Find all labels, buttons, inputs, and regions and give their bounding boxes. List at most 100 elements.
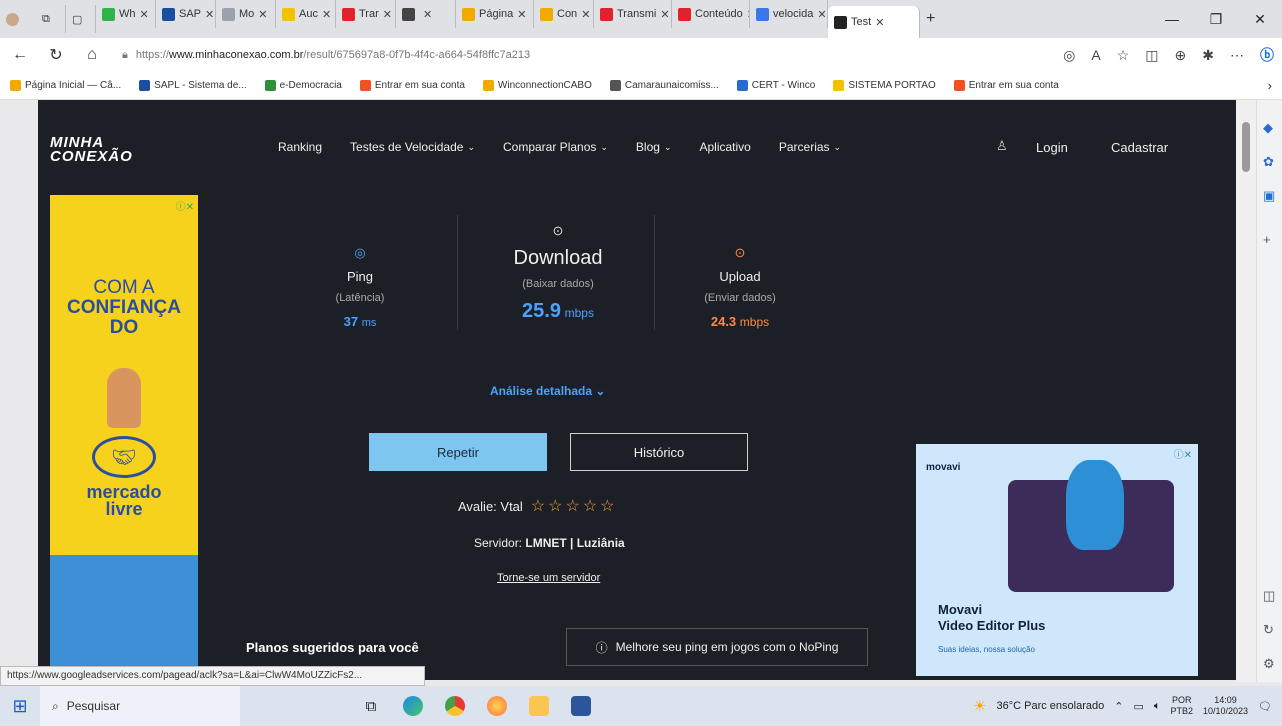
site-logo[interactable]: MINHA CONEXÃO	[50, 135, 200, 164]
reload-button[interactable]: ↻	[44, 45, 68, 65]
discover-icon[interactable]: ✿	[1263, 154, 1274, 170]
user-icon: ♙	[996, 138, 1008, 153]
bookmark-item[interactable]: Entrar em sua conta	[953, 80, 1059, 91]
tab-close-icon[interactable]: ✕	[205, 8, 214, 21]
tab-close-icon[interactable]: ✕	[322, 8, 331, 21]
collections-icon[interactable]: ⊕	[1175, 47, 1187, 64]
bookmark-label: SAPL - Sistema de...	[154, 80, 247, 91]
minimize-button[interactable]: —	[1150, 11, 1194, 28]
settings-gear-icon[interactable]: ⚙	[1263, 656, 1275, 672]
detailed-analysis-toggle[interactable]: Análise detalhada ⌄	[490, 384, 605, 398]
browser-tab[interactable]: Mo ✕	[216, 0, 276, 28]
bookmark-item[interactable]: Camaraunaicomiss...	[609, 80, 719, 91]
site-permissions-icon[interactable]: ◎	[1063, 47, 1075, 64]
home-button[interactable]: ⌂	[80, 46, 104, 64]
ad-mercado-livre[interactable]: ⓘ✕ COM A CONFIANÇA DO 🤝︎ mercado livre	[50, 195, 198, 680]
browser-tab[interactable]: SAP ✕	[156, 0, 216, 28]
ad-choices-icon[interactable]: ⓘ✕	[1174, 446, 1192, 461]
taskbar-search[interactable]: ⌕ Pesquisar	[40, 686, 240, 726]
bookmark-item[interactable]: e-Democracia	[264, 80, 342, 91]
read-aloud-icon[interactable]: A	[1091, 47, 1100, 63]
windows-start-icon[interactable]: ⊞	[0, 686, 40, 726]
more-bookmarks-chevron-icon[interactable]: ›	[1268, 78, 1272, 93]
word-taskbar-icon[interactable]	[560, 686, 602, 726]
restore-button[interactable]: ❐	[1194, 11, 1238, 28]
tab-close-icon[interactable]: ✕	[581, 8, 590, 21]
tab-close-icon[interactable]: ✕	[660, 8, 669, 21]
tab-close-icon[interactable]: ✕	[258, 8, 267, 21]
browser-tab[interactable]: Test ✕	[828, 6, 920, 38]
profile-icon[interactable]	[0, 5, 36, 33]
page-scrollbar[interactable]	[1236, 100, 1256, 682]
tab-favicon-icon	[756, 7, 769, 21]
tab-actions-icon[interactable]: ▢	[66, 5, 96, 33]
bookmarks-bar: Página Inicial — Câ... SAPL - Sistema de.…	[0, 72, 1282, 100]
scrollbar-thumb[interactable]	[1242, 122, 1250, 172]
tray-chevron-icon[interactable]: ⌃	[1114, 700, 1123, 713]
nav-item[interactable]: Comparar Planos ⌄	[503, 140, 608, 154]
bookmark-item[interactable]: WinconnectionCABO	[482, 80, 592, 91]
nav-item[interactable]: Aplicativo	[700, 140, 751, 154]
nav-item[interactable]: Testes de Velocidade ⌄	[350, 140, 475, 154]
tab-close-icon[interactable]: ✕	[817, 8, 826, 21]
browser-tab[interactable]: Con ✕	[534, 0, 594, 28]
bookmark-item[interactable]: SAPL - Sistema de...	[139, 80, 247, 91]
weather-text[interactable]: 36°C Parc ensolarado	[996, 700, 1104, 712]
network-icon[interactable]: ▭	[1133, 700, 1143, 713]
clock[interactable]: 14:09 10/10/2023	[1203, 695, 1248, 717]
split-screen-icon[interactable]: ◫	[1145, 47, 1158, 64]
browser-tab[interactable]: Transmi ✕	[594, 0, 672, 28]
history-button[interactable]: Histórico	[570, 433, 748, 471]
bookmark-item[interactable]: SISTEMA PORTAO	[833, 80, 936, 91]
edge-taskbar-icon[interactable]	[392, 686, 434, 726]
browser-tab[interactable]: ✕	[396, 0, 456, 28]
ad-choices-icon[interactable]: ⓘ✕	[50, 195, 198, 216]
bookmark-item[interactable]: Entrar em sua conta	[359, 80, 465, 91]
task-view-icon[interactable]: ⧉	[350, 686, 392, 726]
tab-close-icon[interactable]: ✕	[423, 8, 432, 21]
browser-tab[interactable]: velocida ✕	[750, 0, 828, 28]
favorite-star-icon[interactable]: ☆	[1117, 47, 1130, 64]
tag-icon[interactable]: ◆	[1263, 120, 1273, 136]
rating-stars[interactable]: ☆☆☆☆☆	[531, 496, 618, 516]
login-link[interactable]: Login	[1036, 140, 1068, 155]
copilot-icon[interactable]: ⓑ	[1260, 45, 1274, 65]
signup-link[interactable]: Cadastrar	[1111, 140, 1168, 155]
bookmark-item[interactable]: CERT - Winco	[736, 80, 815, 91]
address-bar[interactable]: 🔒︎ https://www.minhaconexao.com.br/resul…	[116, 43, 636, 67]
browser-tab[interactable]: Auc ✕	[276, 0, 336, 28]
tab-close-icon[interactable]: ✕	[517, 8, 526, 21]
nav-item[interactable]: Ranking	[278, 140, 322, 154]
browser-tab[interactable]: Página ✕	[456, 0, 534, 28]
sidebar-panel-icon[interactable]: ◫	[1263, 588, 1275, 604]
close-window-button[interactable]: ✕	[1238, 11, 1282, 28]
volume-icon[interactable]: 🔈︎	[1154, 700, 1161, 713]
upload-title: Upload	[719, 269, 761, 284]
bookmark-item[interactable]: Página Inicial — Câ...	[10, 80, 121, 91]
nav-item[interactable]: Parcerias ⌄	[779, 140, 841, 154]
tab-close-icon[interactable]: ✕	[875, 16, 884, 29]
nav-item[interactable]: Blog ⌄	[636, 140, 672, 154]
browser-tab[interactable]: Wh ✕	[96, 0, 156, 28]
language-indicator[interactable]: POR PTB2	[1170, 695, 1193, 717]
outlook-icon[interactable]: ▣	[1263, 188, 1275, 204]
become-server-link[interactable]: Torne-se um servidor	[497, 572, 600, 584]
notifications-icon[interactable]: 🗨︎	[1258, 700, 1272, 713]
chrome-taskbar-icon[interactable]	[434, 686, 476, 726]
browser-tab[interactable]: Conteúdo✕	[672, 0, 750, 28]
repeat-button[interactable]: Repetir	[369, 433, 547, 471]
new-tab-button[interactable]: +	[920, 5, 941, 33]
ad-movavi[interactable]: ⓘ✕ movavi Movavi Video Editor Plus Suas …	[916, 444, 1198, 676]
add-sidebar-icon[interactable]: +	[1263, 232, 1271, 247]
browser-tab[interactable]: Trar ✕	[336, 0, 396, 28]
firefox-taskbar-icon[interactable]	[476, 686, 518, 726]
tab-close-icon[interactable]: ✕	[140, 8, 149, 21]
back-button[interactable]: ←	[8, 46, 32, 64]
tab-close-icon[interactable]: ✕	[383, 8, 392, 21]
more-menu-icon[interactable]: ⋯	[1230, 47, 1244, 64]
extensions-icon[interactable]: ✱	[1202, 47, 1214, 64]
file-explorer-icon[interactable]	[518, 686, 560, 726]
refresh-sidebar-icon[interactable]: ↻	[1263, 622, 1274, 638]
workspaces-icon[interactable]: ⧉	[36, 5, 66, 33]
noping-banner[interactable]: ⓘ Melhore seu ping em jogos com o NoPing	[566, 628, 868, 666]
